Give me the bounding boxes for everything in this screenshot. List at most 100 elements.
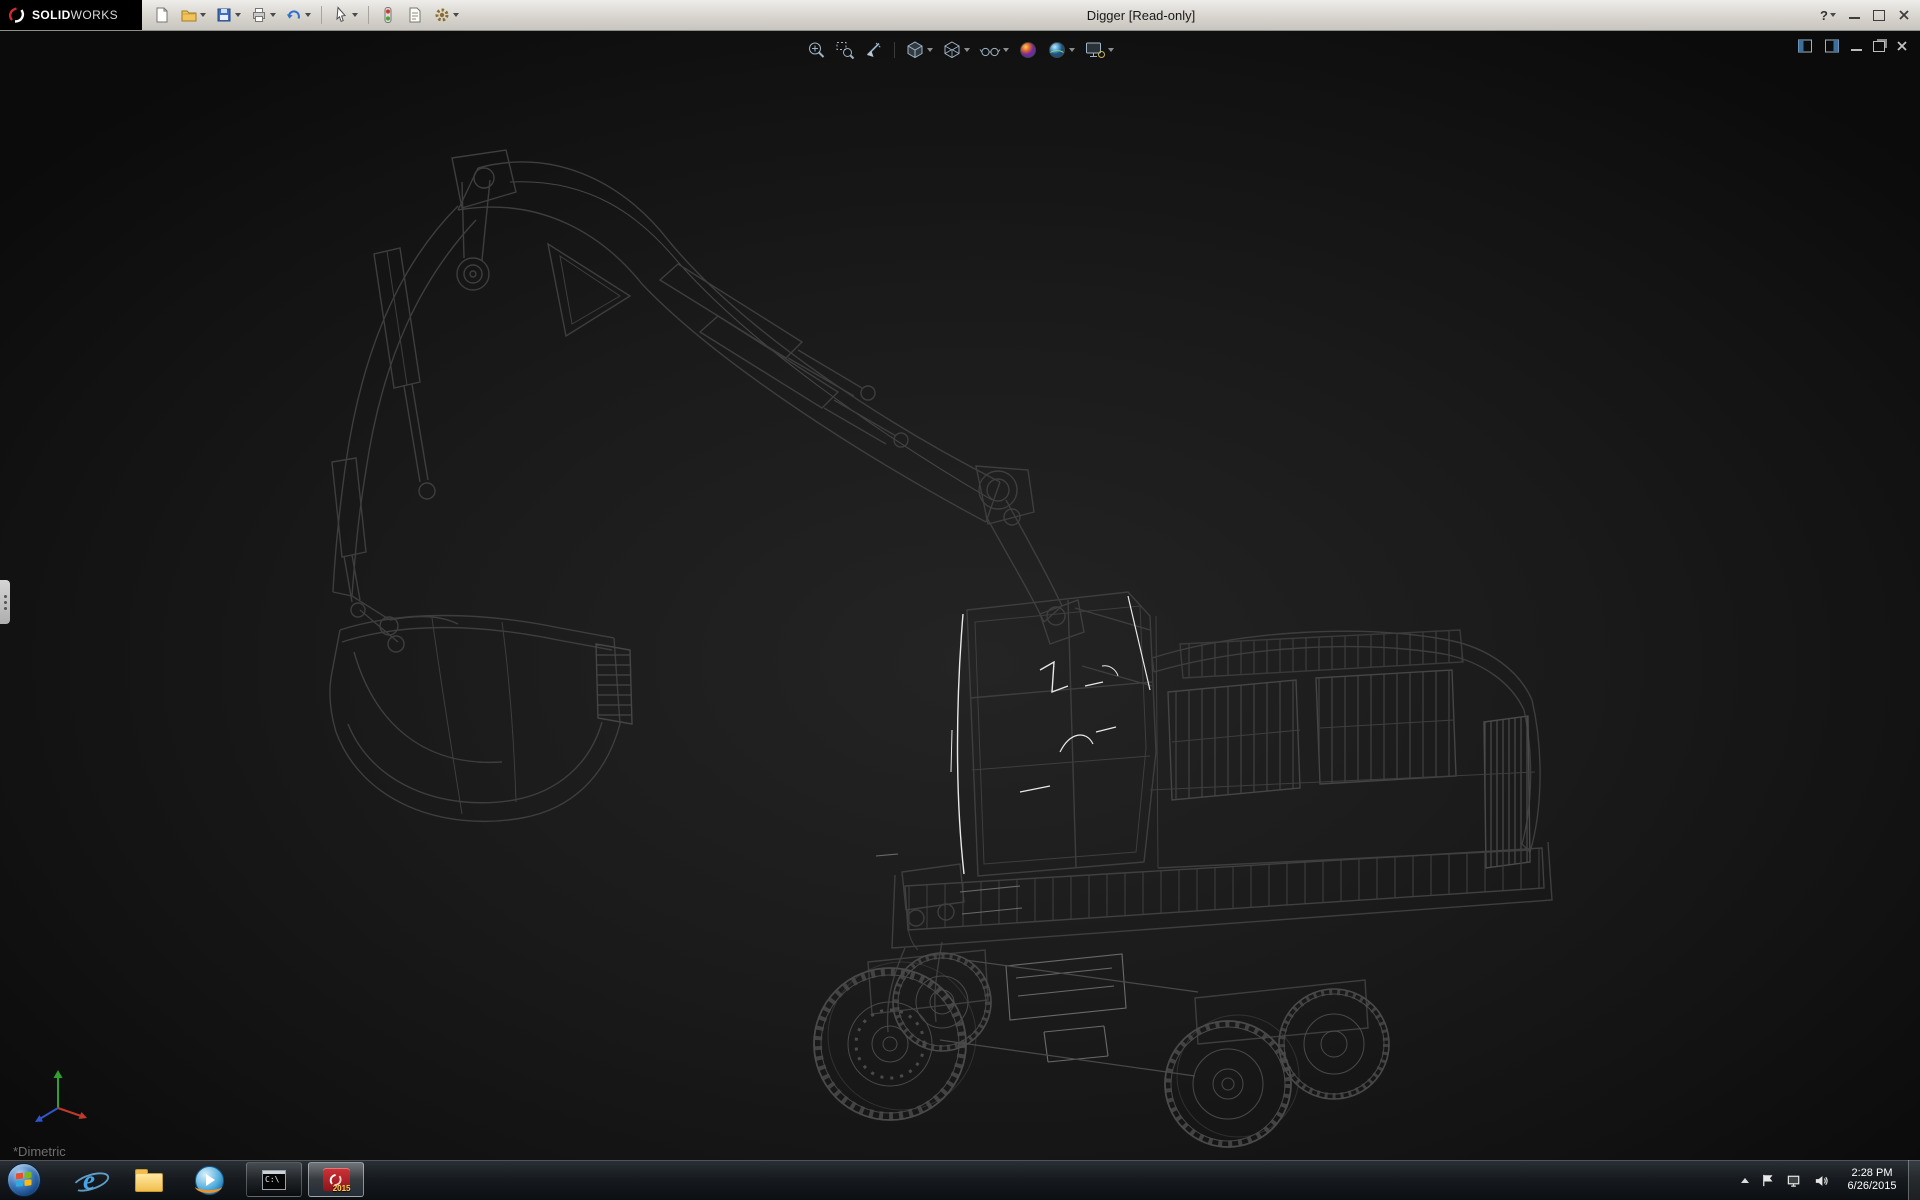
network-icon[interactable]: [1786, 1173, 1802, 1188]
toolbar-separator: [368, 6, 369, 24]
taskbar-item-command-prompt[interactable]: C:\: [246, 1162, 302, 1197]
save-dropdown-caret[interactable]: [235, 13, 241, 17]
start-button[interactable]: [7, 1163, 41, 1197]
save-button[interactable]: [212, 4, 244, 26]
new-document-button[interactable]: [150, 4, 174, 26]
command-prompt-label: C:\: [265, 1176, 279, 1184]
view-settings-caret[interactable]: [1108, 48, 1114, 52]
undo-button[interactable]: [282, 4, 314, 26]
minimize-document-button[interactable]: [1851, 49, 1862, 51]
show-desktop-button[interactable]: [1908, 1160, 1920, 1200]
section-view-button[interactable]: [862, 38, 886, 62]
clock-time: 2:28 PM: [1840, 1167, 1904, 1180]
toolbar-separator: [321, 6, 322, 24]
taskbar-item-solidworks[interactable]: 2015: [308, 1162, 364, 1197]
action-center-flag-icon[interactable]: [1760, 1173, 1775, 1188]
bucket: [330, 596, 632, 821]
undo-icon: [285, 6, 303, 24]
select-cursor-icon: [332, 6, 350, 24]
orientation-triad: [16, 1046, 100, 1130]
feature-pane-icon[interactable]: [1797, 38, 1813, 54]
edit-appearance-button[interactable]: [1016, 38, 1040, 62]
options-gear-icon: [433, 6, 451, 24]
open-button[interactable]: [177, 4, 209, 26]
solidworks-brand: SOLIDWORKS: [0, 0, 142, 30]
view-orientation-cube-icon: [905, 40, 925, 60]
wheels: [814, 953, 1389, 1147]
print-dropdown-caret[interactable]: [270, 13, 276, 17]
display-pane-icon[interactable]: [1824, 38, 1840, 54]
taskbar-item-internet-explorer[interactable]: e: [66, 1160, 112, 1200]
view-orientation-button[interactable]: [903, 38, 935, 62]
graphics-area[interactable]: *Dimetric: [0, 30, 1920, 1160]
solidworks-logo-icon: [7, 6, 27, 24]
clock-date: 6/26/2015: [1840, 1180, 1904, 1193]
hidden-icons-button[interactable]: [1741, 1178, 1749, 1183]
rebuild-stoplight-icon: [379, 6, 397, 24]
new-document-icon: [153, 6, 171, 24]
zoom-to-area-icon: [835, 40, 855, 60]
command-prompt-icon: C:\: [262, 1170, 286, 1190]
help-dropdown-caret[interactable]: [1830, 13, 1836, 17]
file-properties-icon: [406, 6, 424, 24]
rebuild-button[interactable]: [376, 4, 400, 26]
main-toolbar: [150, 0, 462, 30]
hud-separator: [894, 42, 895, 58]
internet-explorer-icon: e: [74, 1165, 104, 1195]
section-view-icon: [864, 40, 884, 60]
apply-scene-caret[interactable]: [1069, 48, 1075, 52]
select-dropdown-caret[interactable]: [352, 13, 358, 17]
windows-flag-icon: [15, 1171, 33, 1189]
document-window-controls: [1797, 38, 1908, 54]
print-button[interactable]: [247, 4, 279, 26]
open-dropdown-caret[interactable]: [200, 13, 206, 17]
view-settings-icon: [1084, 40, 1106, 60]
excavator-body: [868, 592, 1552, 1044]
display-style-caret[interactable]: [964, 48, 970, 52]
minimize-button[interactable]: [1849, 17, 1860, 19]
view-settings-button[interactable]: [1082, 38, 1116, 62]
file-properties-button[interactable]: [403, 4, 427, 26]
window-title: Digger [Read-only]: [1087, 8, 1195, 23]
close-document-button[interactable]: [1896, 40, 1908, 52]
help-label: ?: [1820, 8, 1828, 23]
apply-scene-sphere-icon: [1047, 40, 1067, 60]
media-player-icon: [195, 1166, 224, 1195]
hide-show-items-button[interactable]: [977, 38, 1011, 62]
select-button[interactable]: [329, 4, 361, 26]
view-orientation-caret[interactable]: [927, 48, 933, 52]
taskbar-clock[interactable]: 2:28 PM 6/26/2015: [1840, 1167, 1904, 1193]
maximize-button[interactable]: [1873, 10, 1885, 21]
volume-icon[interactable]: [1813, 1173, 1829, 1188]
solidworks-window: SOLIDWORKS: [0, 0, 1920, 1200]
taskbar-item-file-explorer[interactable]: [126, 1160, 172, 1200]
system-tray: 2:28 PM 6/26/2015: [1741, 1160, 1904, 1200]
solidworks-year-badge: 2015: [333, 1184, 351, 1193]
print-icon: [250, 6, 268, 24]
taskbar: e C:\ 2015 2:28 PM: [0, 1160, 1920, 1200]
brand-works: WORKS: [71, 8, 118, 22]
boom-arm: [332, 150, 1084, 644]
undo-dropdown-caret[interactable]: [305, 13, 311, 17]
excavator-wireframe-model[interactable]: [0, 30, 1920, 1160]
help-button[interactable]: ?: [1820, 8, 1836, 23]
options-button[interactable]: [430, 4, 462, 26]
titlebar: SOLIDWORKS: [0, 0, 1920, 31]
zoom-to-fit-icon: [806, 40, 826, 60]
hide-show-caret[interactable]: [1003, 48, 1009, 52]
folder-icon: [135, 1173, 163, 1192]
display-style-button[interactable]: [940, 38, 972, 62]
zoom-to-fit-button[interactable]: [804, 38, 828, 62]
restore-document-button[interactable]: [1873, 41, 1885, 52]
open-folder-icon: [180, 6, 198, 24]
taskbar-item-media-player[interactable]: [186, 1160, 232, 1200]
zoom-to-area-button[interactable]: [833, 38, 857, 62]
apply-scene-button[interactable]: [1045, 38, 1077, 62]
brand-solid: SOLID: [32, 8, 71, 22]
close-button[interactable]: [1898, 9, 1910, 21]
options-dropdown-caret[interactable]: [453, 13, 459, 17]
highlight-edges: [951, 596, 1150, 874]
featuremanager-collapsed-tab[interactable]: [0, 580, 10, 624]
display-style-cube-icon: [942, 40, 962, 60]
save-floppy-icon: [215, 6, 233, 24]
